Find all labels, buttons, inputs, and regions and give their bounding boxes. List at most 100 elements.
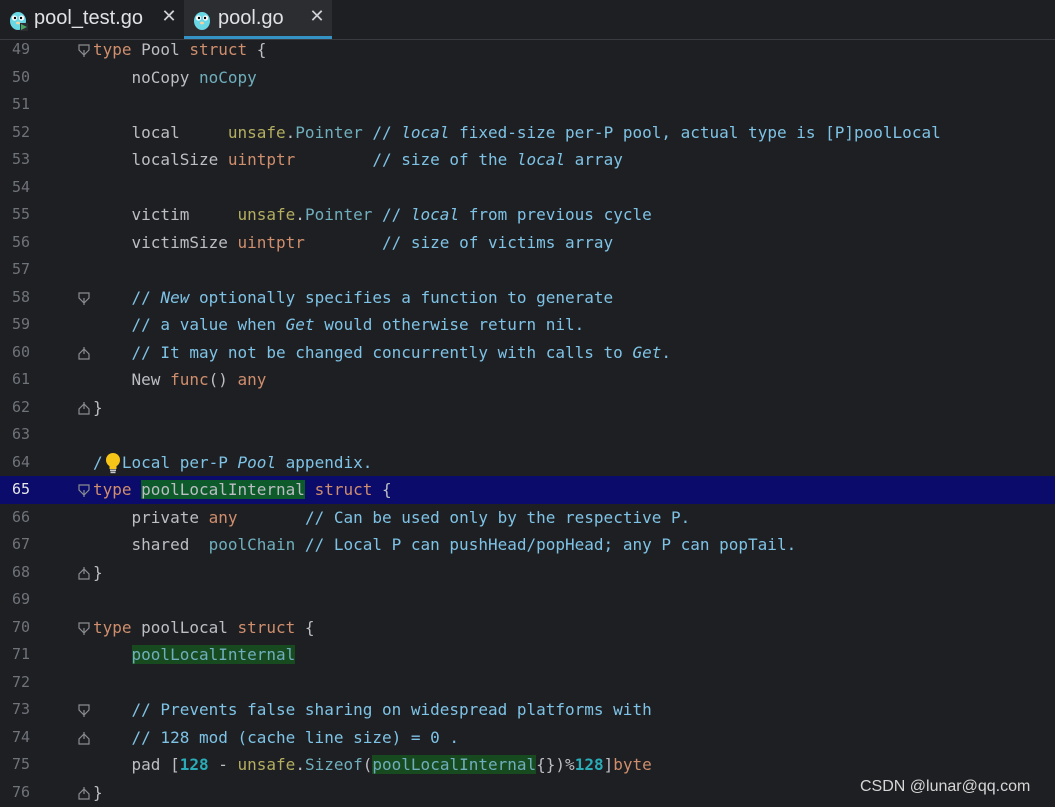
code-line[interactable]: 66 private any // Can be used only by th… (0, 504, 1055, 532)
code-line[interactable]: 63 (0, 421, 1055, 449)
code-line[interactable]: 74 // 128 mod (cache line size) = 0 . (0, 724, 1055, 752)
line-number[interactable]: 75 (0, 751, 30, 779)
fold-marker-icon[interactable] (78, 731, 90, 745)
code-text[interactable]: type Pool struct { (93, 36, 266, 64)
fold-marker-icon[interactable] (78, 566, 90, 580)
code-line[interactable]: 54 (0, 174, 1055, 202)
code-line[interactable]: 52 local unsafe.Pointer // local fixed-s… (0, 119, 1055, 147)
close-icon[interactable]: ✕ (160, 8, 178, 26)
line-number[interactable]: 63 (0, 421, 30, 449)
line-number[interactable]: 76 (0, 779, 30, 807)
tab-pool-go[interactable]: pool.go ✕ (184, 0, 332, 39)
fold-marker-icon[interactable] (78, 621, 90, 635)
line-number[interactable]: 64 (0, 449, 30, 477)
line-number[interactable]: 50 (0, 64, 30, 92)
code-line[interactable]: 57 (0, 256, 1055, 284)
line-number[interactable]: 74 (0, 724, 30, 752)
line-number[interactable]: 60 (0, 339, 30, 367)
code-line[interactable]: 53 localSize uintptr // size of the loca… (0, 146, 1055, 174)
line-number[interactable]: 68 (0, 559, 30, 587)
tab-pool-test-go[interactable]: pool_test.go ✕ (0, 0, 184, 39)
code-text[interactable]: victimSize uintptr // size of victims ar… (93, 229, 614, 257)
code-text[interactable]: local unsafe.Pointer // local fixed-size… (93, 119, 941, 147)
code-line[interactable]: 61 New func() any (0, 366, 1055, 394)
code-line[interactable]: 64 / Local per-P Pool appendix. (0, 449, 1055, 477)
code-text[interactable]: pad [128 - unsafe.Sizeof(poolLocalIntern… (93, 751, 652, 779)
line-number[interactable]: 56 (0, 229, 30, 257)
code-text[interactable]: // Prevents false sharing on widespread … (93, 696, 652, 724)
line-number[interactable]: 62 (0, 394, 30, 422)
code-text[interactable]: localSize uintptr // size of the local a… (93, 146, 623, 174)
code-text[interactable]: type poolLocalInternal struct { (93, 476, 392, 504)
code-text[interactable]: } (93, 779, 103, 807)
code-line[interactable]: 69 (0, 586, 1055, 614)
code-text[interactable]: poolLocalInternal (93, 641, 296, 669)
line-number[interactable]: 67 (0, 531, 30, 559)
code-line[interactable]: 59 // a value when Get would otherwise r… (0, 311, 1055, 339)
code-text[interactable]: // New optionally specifies a function t… (93, 284, 614, 312)
code-token: Sizeof (304, 755, 363, 774)
code-text[interactable]: victim unsafe.Pointer // local from prev… (93, 201, 652, 229)
line-number[interactable]: 70 (0, 614, 30, 642)
code-line[interactable]: 65 type poolLocalInternal struct { (0, 476, 1055, 504)
code-line[interactable]: 71 poolLocalInternal (0, 641, 1055, 669)
code-line[interactable]: 51 (0, 91, 1055, 119)
fold-marker-icon[interactable] (78, 44, 90, 57)
line-number[interactable]: 51 (0, 91, 30, 119)
code-token: // size of the (372, 150, 517, 169)
line-number[interactable]: 66 (0, 504, 30, 532)
code-line[interactable]: 70 type poolLocal struct { (0, 614, 1055, 642)
code-token: // Can be used only by the respective P. (304, 507, 691, 527)
code-text[interactable]: type poolLocal struct { (93, 614, 315, 642)
line-number[interactable]: 58 (0, 284, 30, 312)
code-text[interactable]: private any // Can be used only by the r… (93, 504, 691, 532)
line-number[interactable]: 71 (0, 641, 30, 669)
code-token: struct (189, 40, 248, 59)
code-line[interactable]: 49 type Pool struct { (0, 36, 1055, 64)
code-line[interactable]: 58 // New optionally specifies a functio… (0, 284, 1055, 312)
code-line[interactable]: 73 // Prevents false sharing on widespre… (0, 696, 1055, 724)
line-number[interactable]: 53 (0, 146, 30, 174)
line-number[interactable]: 59 (0, 311, 30, 339)
code-token: / (93, 452, 103, 472)
code-line[interactable]: 62} (0, 394, 1055, 422)
fold-marker-icon[interactable] (78, 484, 90, 497)
code-text[interactable]: shared poolChain // Local P can pushHead… (93, 531, 797, 559)
lightbulb-icon[interactable] (104, 452, 122, 474)
code-line[interactable]: 50 noCopy noCopy (0, 64, 1055, 92)
code-line[interactable]: 72 (0, 669, 1055, 697)
line-number[interactable]: 57 (0, 256, 30, 284)
code-token: - (208, 755, 238, 774)
line-number[interactable]: 49 (0, 36, 30, 64)
code-line[interactable]: 75 pad [128 - unsafe.Sizeof(poolLocalInt… (0, 751, 1055, 779)
line-number[interactable]: 55 (0, 201, 30, 229)
code-text[interactable]: // a value when Get would otherwise retu… (93, 311, 585, 339)
code-line[interactable]: 60 // It may not be changed concurrently… (0, 339, 1055, 367)
fold-marker-icon[interactable] (78, 401, 90, 415)
line-number[interactable]: 69 (0, 586, 30, 614)
fold-marker-icon[interactable] (78, 786, 90, 800)
code-line[interactable]: 67 shared poolChain // Local P can pushH… (0, 531, 1055, 559)
fold-marker-icon[interactable] (78, 346, 90, 360)
line-number[interactable]: 73 (0, 696, 30, 724)
code-line[interactable]: 68} (0, 559, 1055, 587)
code-editor[interactable]: 49 type Pool struct {50 noCopy noCopy 51 52… (0, 40, 1055, 807)
code-text[interactable]: } (93, 394, 103, 422)
line-number[interactable]: 52 (0, 119, 30, 147)
fold-marker-icon[interactable] (78, 291, 90, 305)
line-number[interactable]: 54 (0, 174, 30, 202)
close-icon[interactable]: ✕ (308, 8, 326, 26)
code-text[interactable]: / Local per-P Pool appendix. (93, 449, 372, 477)
line-number[interactable]: 65 (0, 476, 30, 504)
code-token: uintptr (237, 232, 305, 252)
code-line[interactable]: 55 victim unsafe.Pointer // local from p… (0, 201, 1055, 229)
fold-marker-icon[interactable] (78, 704, 90, 717)
code-text[interactable]: // It may not be changed concurrently wi… (93, 339, 671, 367)
code-text[interactable]: // 128 mod (cache line size) = 0 . (93, 724, 460, 752)
line-number[interactable]: 72 (0, 669, 30, 697)
code-text[interactable]: New func() any (93, 366, 267, 394)
code-line[interactable]: 56 victimSize uintptr // size of victims… (0, 229, 1055, 257)
code-text[interactable]: noCopy noCopy (93, 64, 257, 92)
line-number[interactable]: 61 (0, 366, 30, 394)
code-text[interactable]: } (93, 559, 103, 587)
